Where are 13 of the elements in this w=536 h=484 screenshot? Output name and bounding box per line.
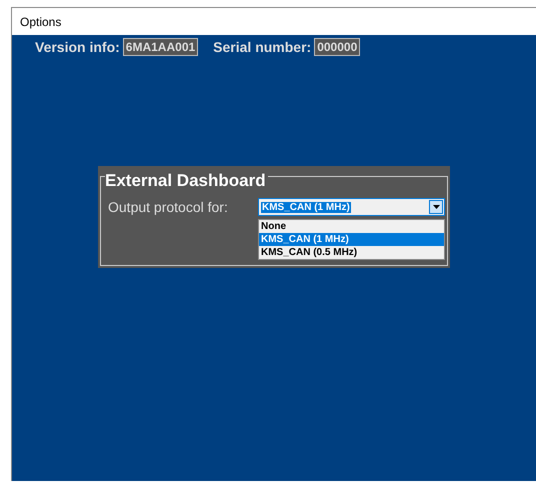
protocol-label: Output protocol for:: [108, 199, 229, 215]
window-title: Options: [20, 14, 62, 28]
dropdown-value: KMS_CAN (1 MHz): [261, 202, 351, 212]
dropdown-arrow-button[interactable]: [429, 200, 443, 214]
info-label: Version info:: [35, 39, 120, 55]
info-label: Serial number:: [213, 39, 312, 55]
info-value: 000000: [314, 38, 360, 56]
protocol-dropdown[interactable]: KMS_CAN (1 MHz): [258, 198, 445, 216]
dropdown-option[interactable]: None: [259, 220, 444, 233]
dropdown-option[interactable]: KMS_CAN (0.5 MHz): [259, 246, 444, 259]
info-value: 6MA1AA001: [122, 38, 198, 56]
dropdown-option[interactable]: KMS_CAN (1 MHz): [259, 233, 444, 246]
caret-icon: [432, 205, 440, 209]
